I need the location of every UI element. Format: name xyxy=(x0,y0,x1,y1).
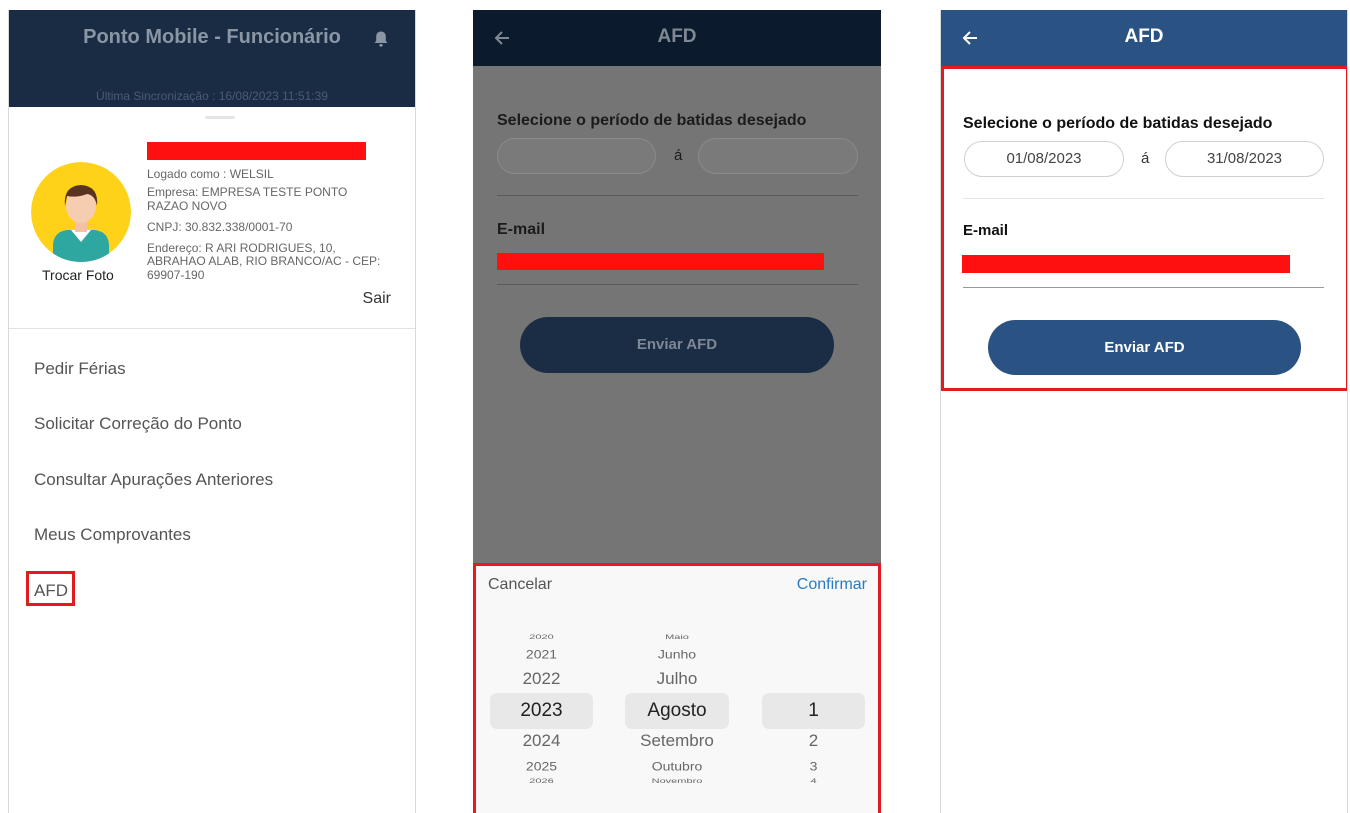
logout-button[interactable]: Sair xyxy=(363,290,391,308)
change-photo-button[interactable]: Trocar Foto xyxy=(42,267,114,283)
highlight-box xyxy=(941,66,1347,391)
page-title: AFD xyxy=(657,26,697,47)
email-underline xyxy=(497,284,858,285)
drawer-header: Ponto Mobile - Funcionário Última Sincro… xyxy=(9,10,415,107)
email-label: E-mail xyxy=(497,221,546,238)
divider xyxy=(9,328,415,329)
address-line-3: 69907-190 xyxy=(147,268,205,282)
sync-timestamp: Última Sincronização : 16/08/2023 11:51:… xyxy=(96,89,328,103)
cnpj: CNPJ: 30.832.338/0001-70 xyxy=(147,220,293,234)
end-date-field[interactable] xyxy=(698,138,858,174)
menu-item-correcao-ponto[interactable]: Solicitar Correção do Ponto xyxy=(34,414,242,434)
avatar[interactable] xyxy=(31,162,131,262)
date-separator: á xyxy=(674,147,683,164)
afd-picker-screen: AFD Selecione o período de batidas desej… xyxy=(473,10,881,813)
redacted-name xyxy=(147,142,366,160)
user-avatar-icon xyxy=(31,162,131,262)
drawer-screen: Ponto Mobile - Funcionário Última Sincro… xyxy=(8,10,416,813)
menu-item-pedir-ferias[interactable]: Pedir Férias xyxy=(34,359,126,379)
app-bar: AFD xyxy=(473,10,881,66)
redacted-email[interactable] xyxy=(497,253,824,270)
address-line-1: Endereço: R ARI RODRIGUES, 10, xyxy=(147,241,336,255)
period-label: Selecione o período de batidas desejado xyxy=(497,112,807,129)
company-line-1: Empresa: EMPRESA TESTE PONTO xyxy=(147,185,348,199)
app-bar: AFD xyxy=(941,10,1347,66)
menu-item-apuracoes[interactable]: Consultar Apurações Anteriores xyxy=(34,470,273,490)
bell-icon[interactable] xyxy=(373,30,389,48)
afd-filled-screen: AFD Selecione o período de batidas desej… xyxy=(940,10,1348,813)
divider xyxy=(497,195,858,196)
logged-as: Logado como : WELSIL xyxy=(147,167,274,181)
page-title: AFD xyxy=(1124,26,1164,47)
highlight-box xyxy=(26,571,75,606)
drag-handle[interactable] xyxy=(205,116,235,119)
highlight-box xyxy=(473,563,881,813)
address-line-2: ABRAHAO ALAB, RIO BRANCO/AC - CEP: xyxy=(147,254,381,268)
app-title: Ponto Mobile - Funcionário xyxy=(83,26,341,48)
menu-item-comprovantes[interactable]: Meus Comprovantes xyxy=(34,525,191,545)
start-date-field[interactable] xyxy=(497,138,656,174)
company-line-2: RAZAO NOVO xyxy=(147,199,228,213)
send-afd-button[interactable]: Enviar AFD xyxy=(520,317,834,373)
